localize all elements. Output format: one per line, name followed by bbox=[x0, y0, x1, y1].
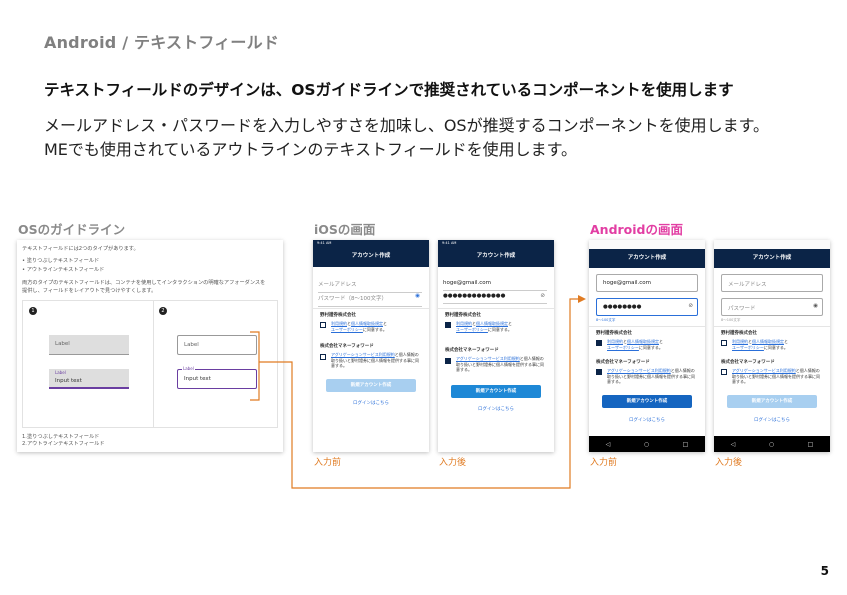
android-screen-before: アカウント作成 hoge@gmail.com ●●●●●●●● ⊘ 8〜100文… bbox=[589, 240, 705, 452]
ios-screen-after: 9:41 AM アカウント作成 hoge@gmail.com ●●●●●●●●●… bbox=[438, 240, 554, 452]
company-nomura-label: 野村證券株式会社 bbox=[320, 313, 356, 318]
password-input[interactable]: ●●●●●●●● ⊘ bbox=[596, 298, 698, 316]
caption-ios-after: 入力後 bbox=[439, 458, 467, 468]
company-mf-label: 株式会社マネーフォワード bbox=[445, 348, 499, 353]
password-input[interactable]: パスワード ◉ bbox=[721, 298, 823, 316]
company-nomura-label: 野村證券株式会社 bbox=[596, 331, 632, 336]
home-icon[interactable]: ○ bbox=[644, 441, 649, 448]
consent-checkbox-1[interactable] bbox=[596, 340, 602, 346]
consent-checkbox-2[interactable] bbox=[320, 354, 326, 360]
android-app-bar: アカウント作成 bbox=[589, 249, 705, 268]
login-link[interactable]: ログインはこちら bbox=[438, 406, 554, 412]
divider bbox=[714, 326, 830, 327]
eye-off-icon[interactable]: ⊘ bbox=[540, 293, 545, 299]
page-number: 5 bbox=[820, 564, 829, 578]
consent-checkbox-2[interactable] bbox=[721, 369, 727, 375]
company-mf-label: 株式会社マネーフォワード bbox=[721, 360, 775, 365]
create-account-button[interactable]: 新規アカウント作成 bbox=[602, 395, 692, 408]
eye-off-icon[interactable]: ⊘ bbox=[688, 303, 693, 309]
home-icon[interactable]: ○ bbox=[769, 441, 774, 448]
consent-checkbox-1[interactable] bbox=[320, 322, 326, 328]
back-icon[interactable]: ◁ bbox=[606, 441, 611, 448]
caption-android-after: 入力後 bbox=[715, 458, 743, 468]
recents-icon[interactable]: □ bbox=[808, 441, 814, 448]
login-link[interactable]: ログインはこちら bbox=[589, 417, 705, 423]
company-nomura-label: 野村證券株式会社 bbox=[721, 331, 757, 336]
android-screen-after: アカウント作成 メールアドレス パスワード ◉ 8〜100文字 野村證券株式会社… bbox=[714, 240, 830, 452]
status-time: 9:41 AM bbox=[317, 241, 332, 245]
android-system-bar bbox=[714, 240, 830, 249]
caption-ios-before: 入力前 bbox=[314, 458, 342, 468]
consent-checkbox-2[interactable] bbox=[596, 369, 602, 375]
company-mf-label: 株式会社マネーフォワード bbox=[320, 344, 374, 349]
consent-checkbox-1[interactable] bbox=[445, 322, 451, 328]
consent-text-2: アグリゲーションサービス利用規約と個人情報の取り扱いと野村證券に個人情報を提供す… bbox=[732, 368, 820, 384]
ios-screen-before: 9:41 AM アカウント作成 メールアドレス パスワード（8〜100文字） ◉… bbox=[313, 240, 429, 452]
android-app-bar: アカウント作成 bbox=[714, 249, 830, 268]
create-account-button[interactable]: 新規アカウント作成 bbox=[326, 379, 416, 392]
android-nav-bar: ◁ ○ □ bbox=[589, 436, 705, 452]
consent-checkbox-1[interactable] bbox=[721, 340, 727, 346]
consent-text-2: アグリゲーションサービス利用規約と個人情報の取り扱いと野村證券に個人情報を提供す… bbox=[456, 356, 544, 372]
company-nomura-label: 野村證券株式会社 bbox=[445, 313, 481, 318]
login-link[interactable]: ログインはこちら bbox=[714, 417, 830, 423]
create-account-button[interactable]: 新規アカウント作成 bbox=[727, 395, 817, 408]
email-input[interactable]: メールアドレス bbox=[318, 280, 422, 293]
email-input[interactable]: hoge@gmail.com bbox=[443, 280, 547, 291]
ios-title-bar: アカウント作成 bbox=[438, 248, 554, 267]
divider bbox=[589, 326, 705, 327]
status-time: 9:41 AM bbox=[442, 241, 457, 245]
ios-status-bar: 9:41 AM bbox=[438, 240, 554, 248]
password-input[interactable]: ●●●●●●●●●●●●● ⊘ bbox=[443, 293, 547, 304]
ios-title-bar: アカウント作成 bbox=[313, 248, 429, 267]
ios-status-bar: 9:41 AM bbox=[313, 240, 429, 248]
consent-text-2: アグリゲーションサービス利用規約と個人情報の取り扱いと野村證券に個人情報を提供す… bbox=[607, 368, 695, 384]
consent-text-1: 利用規約と個人情報取扱規定と ユーザーポリシーに同意する。 bbox=[732, 339, 788, 350]
caption-android-before: 入力前 bbox=[590, 458, 618, 468]
back-icon[interactable]: ◁ bbox=[731, 441, 736, 448]
consent-text-2: アグリゲーションサービス利用規約と個人情報の取り扱いと野村證券に個人情報を提供す… bbox=[331, 352, 419, 368]
consent-text-1: 利用規約と個人情報取扱規定と ユーザーポリシーに同意する。 bbox=[331, 321, 387, 332]
password-hint: 8〜100文字 bbox=[721, 318, 741, 322]
login-link[interactable]: ログインはこちら bbox=[313, 400, 429, 406]
android-system-bar bbox=[589, 240, 705, 249]
email-input[interactable]: hoge@gmail.com bbox=[596, 274, 698, 292]
divider bbox=[313, 308, 429, 309]
password-hint: 8〜100文字 bbox=[596, 318, 616, 322]
email-input[interactable]: メールアドレス bbox=[721, 274, 823, 292]
consent-checkbox-2[interactable] bbox=[445, 358, 451, 364]
consent-text-1: 利用規約と個人情報取扱規定と ユーザーポリシーに同意する。 bbox=[456, 321, 512, 332]
eye-icon[interactable]: ◉ bbox=[813, 303, 818, 309]
create-account-button[interactable]: 新規アカウント作成 bbox=[451, 385, 541, 398]
divider bbox=[438, 308, 554, 309]
android-nav-bar: ◁ ○ □ bbox=[714, 436, 830, 452]
company-mf-label: 株式会社マネーフォワード bbox=[596, 360, 650, 365]
consent-text-1: 利用規約と個人情報取扱規定と ユーザーポリシーに同意する。 bbox=[607, 339, 663, 350]
password-input[interactable]: パスワード（8〜100文字） ◉ bbox=[318, 293, 422, 307]
recents-icon[interactable]: □ bbox=[683, 441, 689, 448]
eye-icon[interactable]: ◉ bbox=[415, 293, 420, 299]
